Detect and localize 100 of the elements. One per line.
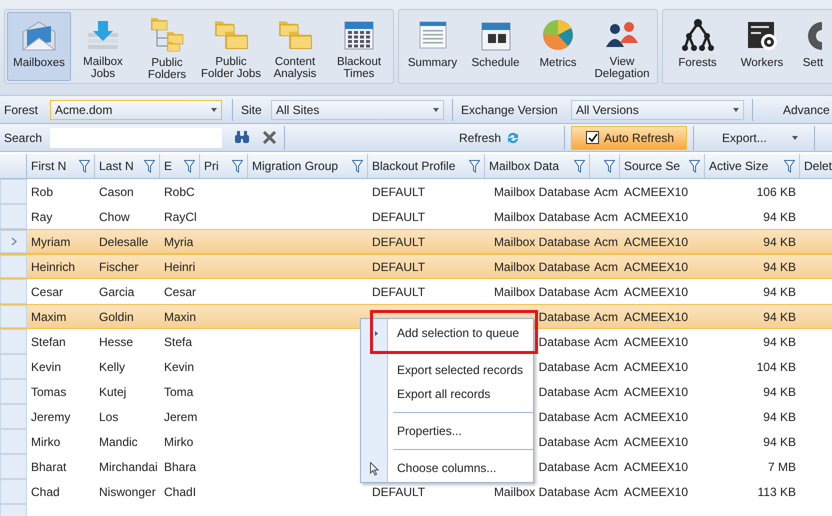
row-header[interactable]: [0, 305, 27, 328]
table-cell-text: Acm: [594, 208, 618, 226]
table-cell-text: ACMEEX10: [624, 334, 688, 350]
column-header[interactable]: Mailbox Data: [485, 154, 590, 178]
column-header[interactable]: Active Size: [705, 154, 800, 178]
menu-item[interactable]: Export all records: [388, 382, 494, 406]
table-cell-text: Acm: [594, 334, 618, 350]
column-header[interactable]: Pri: [200, 154, 248, 178]
ribbon-button[interactable]: Mailboxes: [7, 12, 71, 81]
ribbon-button[interactable]: Public Folders: [135, 12, 199, 81]
row-header[interactable]: [0, 255, 27, 278]
column-header[interactable]: Delet: [800, 154, 832, 178]
table-cell-text: DEFAULT: [372, 258, 426, 276]
column-header[interactable]: E: [160, 154, 200, 178]
ribbon-button[interactable]: Forests: [665, 12, 730, 81]
menu-item[interactable]: Choose columns...: [388, 456, 500, 480]
advanced-button[interactable]: Advance: [783, 100, 830, 118]
table-cell-text: 7 MB: [768, 458, 796, 476]
folder-tree-icon: [149, 16, 185, 52]
ribbon-button[interactable]: Mailbox Jobs: [71, 12, 135, 81]
table-row[interactable]: Heinrich Fischer Heinri DEFAULT Mailbox Database Acm ACMEEX10 94 KB: [0, 254, 832, 279]
close-icon[interactable]: [263, 131, 276, 144]
table-cell-text: DEFAULT: [372, 208, 426, 226]
row-header[interactable]: [0, 404, 27, 429]
ribbon-button[interactable]: Metrics: [527, 12, 589, 81]
table-row[interactable]: Myriam Delesalle Myria DEFAULT Mailbox Database Acm ACMEEX10 94 KB: [0, 229, 832, 254]
filter-icon[interactable]: [144, 160, 155, 172]
filter-icon[interactable]: [79, 160, 90, 172]
exchange-version-combobox[interactable]: All Versions: [571, 100, 744, 120]
refresh-icon: [506, 130, 520, 144]
filter-icon[interactable]: [784, 160, 795, 172]
binoculars-icon[interactable]: [234, 131, 250, 144]
filter-icon[interactable]: [184, 160, 195, 172]
row-header[interactable]: [0, 204, 27, 229]
table-cell-text: DEFAULT: [372, 234, 426, 250]
ribbon-button[interactable]: Schedule: [464, 12, 527, 81]
export-button[interactable]: Export...: [696, 126, 808, 150]
filter-icon[interactable]: [469, 160, 480, 172]
column-header[interactable]: First N: [27, 154, 95, 178]
menu-item[interactable]: Properties...: [388, 419, 466, 443]
forest-label: Forest: [4, 102, 40, 118]
column-title: Mailbox Data: [489, 158, 560, 175]
ribbon-button[interactable]: Public Folder Jobs: [199, 12, 263, 81]
row-header[interactable]: [0, 379, 27, 404]
row-header[interactable]: [0, 279, 27, 304]
filter-icon[interactable]: [574, 160, 585, 172]
table-cell-text: Heinri: [164, 258, 196, 276]
filter-icon[interactable]: [232, 160, 243, 172]
table-cell-text: Acm: [594, 484, 618, 500]
table-cell-text: Chad: [31, 484, 60, 500]
ribbon-button[interactable]: Workers: [730, 12, 794, 81]
hierarchy-icon: [680, 18, 714, 52]
column-header[interactable]: Blackout Profile: [368, 154, 485, 178]
checkbox[interactable]: [586, 131, 600, 144]
column-header[interactable]: Migration Group: [248, 154, 368, 178]
row-header[interactable]: [0, 454, 27, 479]
row-header[interactable]: [0, 230, 27, 253]
table-cell-text: ACMEEX10: [624, 408, 688, 426]
table-cell-text: Acm: [594, 258, 618, 276]
table-cell-text: 94 KB: [763, 434, 796, 450]
table-cell-text: Bhara: [164, 458, 196, 476]
search-field[interactable]: [50, 128, 222, 148]
row-header[interactable]: [0, 479, 27, 504]
ribbon-button[interactable]: Sett: [794, 12, 832, 81]
menu-item[interactable]: Export selected records: [388, 358, 528, 382]
column-header[interactable]: Source Se: [620, 154, 705, 178]
table-cell-text: ACMEEX10: [624, 484, 688, 500]
site-combobox[interactable]: All Sites: [271, 100, 444, 120]
auto-refresh-toggle[interactable]: Auto Refresh: [571, 126, 688, 150]
table-cell-text: Cesar: [31, 284, 64, 300]
table-cell-text: Myria: [164, 234, 194, 250]
site-label: Site: [240, 102, 263, 118]
table-cell-text: ACMEEX10: [624, 284, 688, 300]
ribbon-button[interactable]: Content Analysis: [263, 12, 327, 81]
row-header[interactable]: [0, 329, 27, 354]
column-title: Migration Group: [252, 158, 338, 175]
table-cell-text: Mailbox Database: [494, 484, 590, 500]
table-cell-text: Stefan: [31, 334, 66, 350]
row-header[interactable]: [0, 429, 27, 454]
ribbon-button[interactable]: Blackout Times: [327, 12, 391, 81]
filter-icon[interactable]: [689, 160, 700, 172]
table-cell-text: 94 KB: [763, 234, 796, 250]
filter-icon[interactable]: [604, 160, 615, 172]
row-header[interactable]: [0, 179, 27, 204]
table-cell-text: ACMEEX10: [624, 184, 688, 200]
refresh-button[interactable]: Refresh: [457, 126, 522, 150]
row-header[interactable]: [0, 354, 27, 379]
forest-combobox[interactable]: Acme.dom: [50, 100, 222, 120]
table-cell-text: Toma: [164, 384, 194, 400]
filter-icon[interactable]: [352, 160, 363, 172]
table-cell-text: Mandic: [99, 434, 138, 450]
auto-refresh-label: Auto Refresh: [604, 130, 674, 146]
table-cell-text: Jerem: [164, 408, 198, 426]
ribbon-button[interactable]: View Delegation: [589, 12, 655, 81]
table-cell-text: ACMEEX10: [624, 358, 688, 376]
table-cell-text: 104 KB: [756, 358, 796, 376]
ribbon-button[interactable]: Summary: [401, 12, 464, 81]
table-cell-text: Acm: [594, 408, 618, 426]
table-cell-text: Mailbox Database: [494, 184, 590, 200]
column-header[interactable]: Last N: [95, 154, 160, 178]
